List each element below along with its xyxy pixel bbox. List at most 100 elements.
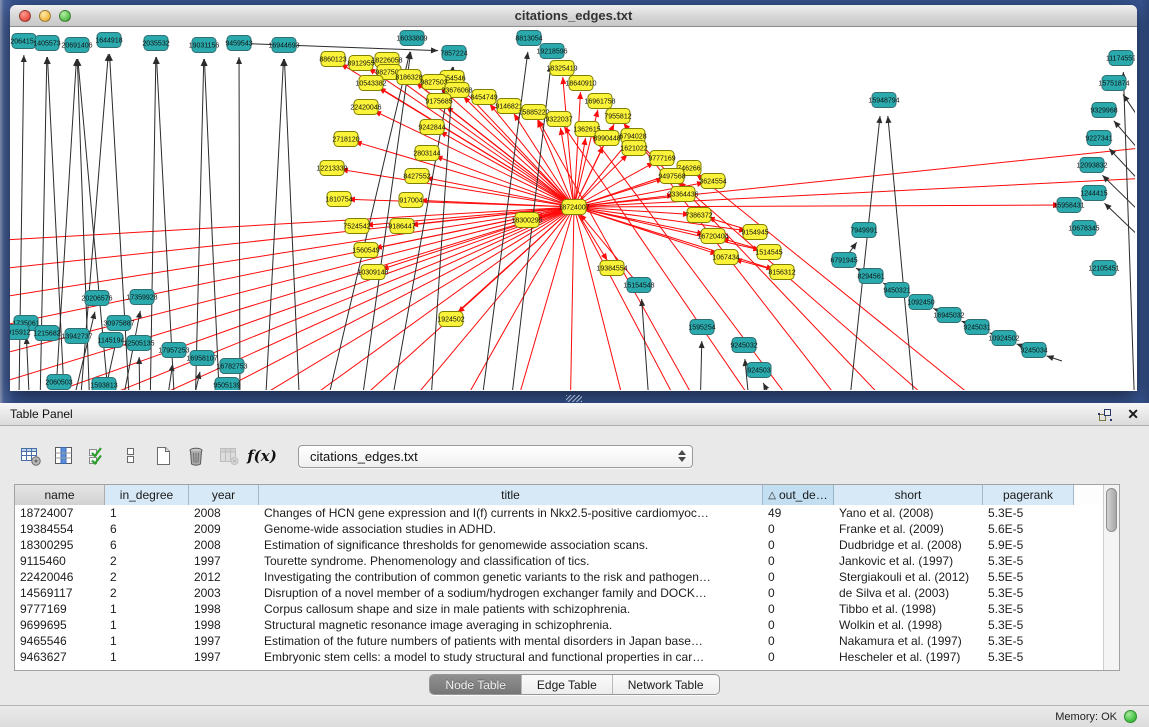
- table-cell[interactable]: 2008: [189, 538, 259, 552]
- table-cell[interactable]: 1: [105, 618, 189, 632]
- table-cell[interactable]: Estimation of the future numbers of pati…: [259, 634, 763, 648]
- table-cell[interactable]: Changes of HCN gene expression and I(f) …: [259, 506, 763, 520]
- vertical-scrollbar[interactable]: [1103, 485, 1119, 670]
- table-cell[interactable]: 0: [763, 618, 834, 632]
- table-cell[interactable]: 0: [763, 650, 834, 664]
- table-cell[interactable]: 0: [763, 538, 834, 552]
- table-cell[interactable]: 1: [105, 506, 189, 520]
- table-cell[interactable]: 1997: [189, 650, 259, 664]
- table-cell[interactable]: 1: [105, 602, 189, 616]
- table-cell[interactable]: 5.3E-5: [983, 586, 1074, 600]
- table-cell[interactable]: 2: [105, 554, 189, 568]
- table-row[interactable]: 911546021997Tourette syndrome. Phenomeno…: [15, 553, 1103, 569]
- table-cell[interactable]: 1: [105, 634, 189, 648]
- select-columns-icon[interactable]: [51, 443, 77, 469]
- table-cell[interactable]: 49: [763, 506, 834, 520]
- table-cell[interactable]: Estimation of significance thresholds fo…: [259, 538, 763, 552]
- table-cell[interactable]: 9777169: [15, 602, 105, 616]
- function-builder-icon[interactable]: f(x): [249, 443, 275, 469]
- table-cell[interactable]: 2009: [189, 522, 259, 536]
- table-cell[interactable]: 0: [763, 634, 834, 648]
- table-cell[interactable]: 2003: [189, 586, 259, 600]
- table-cell[interactable]: 6: [105, 522, 189, 536]
- close-panel-icon[interactable]: ✕: [1127, 407, 1139, 421]
- scrollbar-thumb[interactable]: [1106, 488, 1117, 532]
- new-file-icon[interactable]: [150, 443, 176, 469]
- table-row[interactable]: 1872400712008Changes of HCN gene express…: [15, 505, 1103, 521]
- column-header-year[interactable]: year: [189, 485, 259, 505]
- table-cell[interactable]: 0: [763, 554, 834, 568]
- table-cell[interactable]: 5.6E-5: [983, 522, 1074, 536]
- table-cell[interactable]: de Silva et al. (2003): [834, 586, 983, 600]
- split-pane-handle[interactable]: [566, 395, 582, 402]
- table-cell[interactable]: Investigating the contribution of common…: [259, 570, 763, 584]
- table-cell[interactable]: 9115460: [15, 554, 105, 568]
- table-cell[interactable]: 6: [105, 538, 189, 552]
- column-header-pagerank[interactable]: pagerank: [983, 485, 1074, 505]
- table-cell[interactable]: 1997: [189, 554, 259, 568]
- column-header-name[interactable]: name: [15, 485, 105, 505]
- table-cell[interactable]: 2: [105, 570, 189, 584]
- table-cell[interactable]: 0: [763, 586, 834, 600]
- table-row[interactable]: 1456911722003Disruption of a novel membe…: [15, 585, 1103, 601]
- table-cell[interactable]: 0: [763, 602, 834, 616]
- table-cell[interactable]: 9465546: [15, 634, 105, 648]
- table-cell[interactable]: 5.3E-5: [983, 554, 1074, 568]
- float-panel-icon[interactable]: [1097, 407, 1113, 422]
- table-row[interactable]: 946362711997Embryonic stem cells: a mode…: [15, 649, 1103, 665]
- table-cell[interactable]: 19384554: [15, 522, 105, 536]
- table-cell[interactable]: 1998: [189, 602, 259, 616]
- table-cell[interactable]: 18724007: [15, 506, 105, 520]
- table-cell[interactable]: Yano et al. (2008): [834, 506, 983, 520]
- table-cell[interactable]: Jankovic et al. (1997): [834, 554, 983, 568]
- delete-table-icon[interactable]: [216, 443, 242, 469]
- table-cell[interactable]: 0: [763, 570, 834, 584]
- table-cell[interactable]: 2: [105, 586, 189, 600]
- table-cell[interactable]: 0: [763, 522, 834, 536]
- table-cell[interactable]: Tourette syndrome. Phenomenology and cla…: [259, 554, 763, 568]
- column-header-in_degree[interactable]: in_degree: [105, 485, 189, 505]
- tab-network-table[interactable]: Network Table: [613, 675, 719, 694]
- table-cell[interactable]: 5.3E-5: [983, 506, 1074, 520]
- column-header-short[interactable]: short: [834, 485, 983, 505]
- table-cell[interactable]: 1: [105, 650, 189, 664]
- delete-icon[interactable]: [183, 443, 209, 469]
- table-cell[interactable]: Dudbridge et al. (2008): [834, 538, 983, 552]
- table-cell[interactable]: 2012: [189, 570, 259, 584]
- table-row[interactable]: 977716911998Corpus callosum shape and si…: [15, 601, 1103, 617]
- table-cell[interactable]: Franke et al. (2009): [834, 522, 983, 536]
- table-cell[interactable]: Disruption of a novel member of a sodium…: [259, 586, 763, 600]
- table-cell[interactable]: 1997: [189, 634, 259, 648]
- tab-edge-table[interactable]: Edge Table: [522, 675, 613, 694]
- selection-mode-icon[interactable]: [117, 443, 143, 469]
- table-cell[interactable]: 5.3E-5: [983, 634, 1074, 648]
- table-cell[interactable]: 9699695: [15, 618, 105, 632]
- memory-indicator-icon[interactable]: [1124, 710, 1137, 723]
- network-window-titlebar[interactable]: citations_edges.txt: [10, 5, 1137, 27]
- column-header-out_de[interactable]: △out_de…: [763, 485, 834, 505]
- table-cell[interactable]: 18300295: [15, 538, 105, 552]
- table-cell[interactable]: 14569117: [15, 586, 105, 600]
- table-cell[interactable]: 5.3E-5: [983, 650, 1074, 664]
- table-cell[interactable]: Wolkin et al. (1998): [834, 618, 983, 632]
- table-cell[interactable]: 1998: [189, 618, 259, 632]
- table-cell[interactable]: Nakamura et al. (1997): [834, 634, 983, 648]
- table-row[interactable]: 969969511998Structural magnetic resonanc…: [15, 617, 1103, 633]
- table-cell[interactable]: 9463627: [15, 650, 105, 664]
- tab-node-table[interactable]: Node Table: [430, 675, 522, 694]
- table-cell[interactable]: Genome-wide association studies in ADHD.: [259, 522, 763, 536]
- table-cell[interactable]: 22420046: [15, 570, 105, 584]
- column-header-title[interactable]: title: [259, 485, 763, 505]
- table-cell[interactable]: 5.3E-5: [983, 602, 1074, 616]
- table-row[interactable]: 2242004622012Investigating the contribut…: [15, 569, 1103, 585]
- table-cell[interactable]: 5.3E-5: [983, 618, 1074, 632]
- table-row[interactable]: 1938455462009Genome-wide association stu…: [15, 521, 1103, 537]
- table-options-icon[interactable]: [18, 443, 44, 469]
- table-cell[interactable]: 5.5E-5: [983, 570, 1074, 584]
- table-row[interactable]: 1830029562008Estimation of significance …: [15, 537, 1103, 553]
- check-selection-icon[interactable]: [84, 443, 110, 469]
- table-cell[interactable]: Tibbo et al. (1998): [834, 602, 983, 616]
- table-cell[interactable]: Hescheler et al. (1997): [834, 650, 983, 664]
- network-graph-canvas[interactable]: 8860123891295518226058982750881863281054…: [10, 27, 1135, 390]
- table-cell[interactable]: 5.9E-5: [983, 538, 1074, 552]
